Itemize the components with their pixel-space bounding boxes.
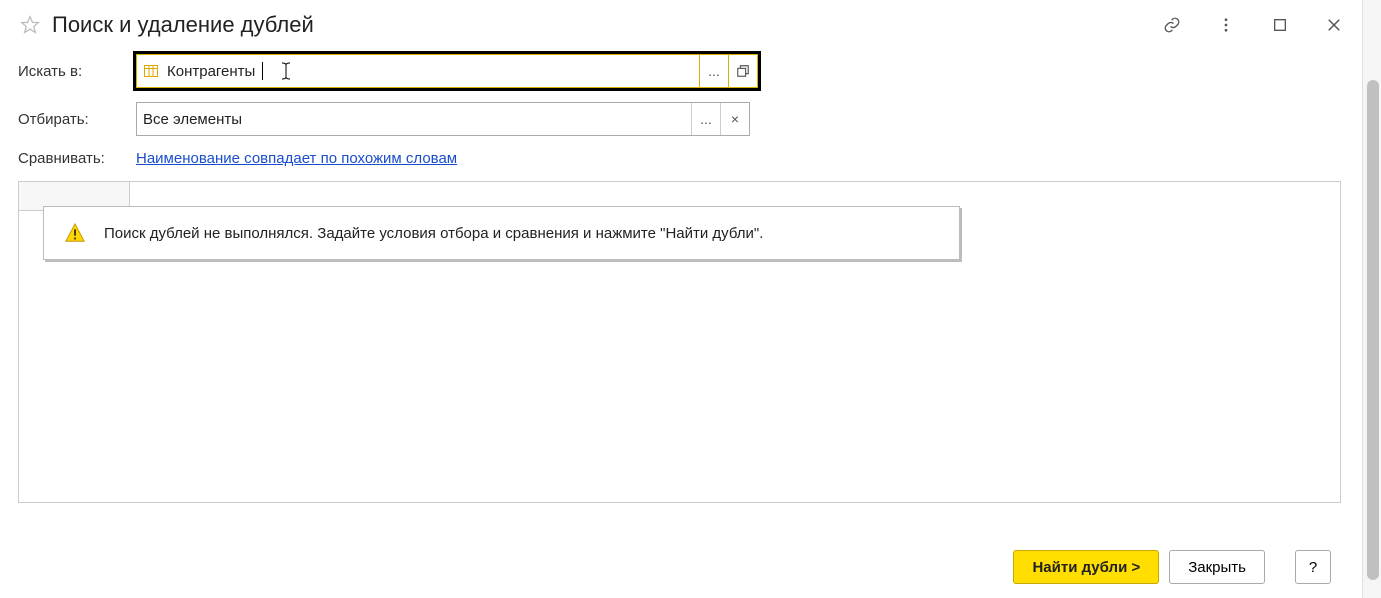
more-menu-icon[interactable] bbox=[1215, 14, 1237, 36]
filter-select-button[interactable]: ... bbox=[691, 103, 720, 135]
maximize-icon[interactable] bbox=[1269, 14, 1291, 36]
compare-label: Сравнивать: bbox=[18, 150, 136, 167]
compare-link[interactable]: Наименование совпадает по похожим словам bbox=[136, 150, 457, 167]
find-duplicates-button[interactable]: Найти дубли > bbox=[1013, 550, 1159, 584]
hint-box: Поиск дублей не выполнялся. Задайте усло… bbox=[43, 206, 960, 260]
catalog-icon bbox=[143, 63, 159, 79]
scrollbar-track[interactable] bbox=[1362, 0, 1381, 598]
hint-text: Поиск дублей не выполнялся. Задайте усло… bbox=[104, 225, 763, 242]
filter-value: Все элементы bbox=[143, 111, 242, 128]
close-button[interactable]: Закрыть bbox=[1169, 550, 1265, 584]
filter-field[interactable]: Все элементы ... × bbox=[136, 102, 750, 136]
page-title: Поиск и удаление дублей bbox=[52, 12, 314, 38]
warning-icon bbox=[64, 222, 86, 244]
search-in-field[interactable]: Контрагенты ... bbox=[136, 54, 758, 88]
favorite-star-icon[interactable] bbox=[20, 15, 40, 35]
results-panel: Поиск дублей не выполнялся. Задайте усло… bbox=[18, 181, 1341, 503]
search-in-select-button[interactable]: ... bbox=[699, 55, 728, 87]
compare-row: Сравнивать: Наименование совпадает по по… bbox=[18, 150, 1341, 167]
search-in-open-button[interactable] bbox=[728, 55, 757, 87]
search-in-row: Искать в: Контрагенты ... bbox=[18, 54, 1341, 88]
search-in-value: Контрагенты bbox=[167, 63, 255, 80]
header: Поиск и удаление дублей bbox=[0, 0, 1361, 50]
filter-clear-button[interactable]: × bbox=[720, 103, 749, 135]
search-in-label: Искать в: bbox=[18, 63, 136, 80]
link-icon[interactable] bbox=[1161, 14, 1183, 36]
text-cursor bbox=[262, 62, 263, 80]
filter-label: Отбирать: bbox=[18, 111, 136, 128]
text-cursor-icon bbox=[279, 61, 293, 81]
close-icon[interactable] bbox=[1323, 14, 1345, 36]
scrollbar-thumb[interactable] bbox=[1367, 80, 1379, 580]
filter-row: Отбирать: Все элементы ... × bbox=[18, 102, 1341, 136]
help-button[interactable]: ? bbox=[1295, 550, 1331, 584]
footer: Найти дубли > Закрыть ? bbox=[1013, 550, 1331, 584]
